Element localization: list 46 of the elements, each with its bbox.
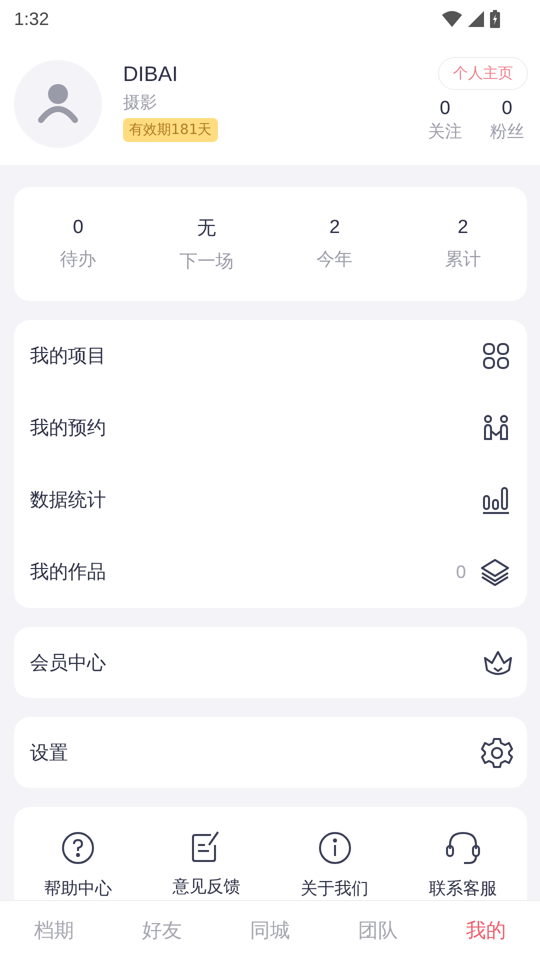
validity-badge: 有效期181天 — [123, 118, 218, 142]
summary-label[interactable]: 今年 — [316, 247, 353, 271]
service-item[interactable]: 意见反馈 — [172, 875, 240, 898]
summary-value: 2 — [458, 217, 468, 239]
edit-note-icon — [191, 831, 222, 863]
summary-label[interactable]: 累计 — [444, 247, 481, 271]
stat-value: 0 — [502, 98, 512, 120]
summary-value: 0 — [72, 217, 84, 239]
menu-item[interactable]: 我的作品 — [30, 559, 106, 585]
status-time: 1:32 — [14, 8, 50, 30]
tab[interactable]: 档期 — [0, 909, 108, 952]
help-icon — [61, 831, 96, 865]
battery-icon — [490, 10, 500, 28]
user-name: DIBAI — [123, 62, 178, 88]
wifi-icon — [442, 11, 462, 27]
people-icon — [482, 414, 510, 442]
tab[interactable]: 好友 — [108, 909, 216, 952]
service-item[interactable]: 联系客服 — [428, 877, 497, 900]
menu-item[interactable]: 我的预约 — [30, 415, 106, 441]
menu-item[interactable]: 数据统计 — [30, 487, 106, 513]
user-role: 摄影 — [123, 92, 157, 114]
summary-label[interactable]: 下一场 — [179, 249, 234, 273]
grid-icon — [482, 342, 510, 370]
stat-label[interactable]: 关注 — [428, 120, 462, 143]
layers-icon — [480, 558, 510, 586]
summary-value: 2 — [329, 217, 340, 239]
stat-value: 0 — [440, 98, 450, 120]
summary-label[interactable]: 待办 — [60, 247, 96, 271]
settings-icon — [481, 736, 513, 768]
headset-icon — [444, 831, 481, 865]
menu-item[interactable]: 我的项目 — [30, 343, 106, 369]
settings-item[interactable]: 设置 — [30, 740, 68, 766]
summary-value: 无 — [196, 217, 216, 241]
member-center-item[interactable]: 会员中心 — [30, 650, 106, 676]
crown-icon — [483, 650, 513, 676]
tab[interactable]: 我的 — [432, 909, 540, 952]
bar-chart-icon — [482, 486, 510, 514]
signal-icon — [468, 11, 484, 27]
service-item[interactable]: 帮助中心 — [44, 877, 112, 900]
stat-label[interactable]: 粉丝 — [490, 120, 524, 143]
tab[interactable]: 团队 — [324, 909, 432, 952]
works-count: 0 — [456, 562, 466, 582]
info-icon — [318, 831, 352, 865]
service-item[interactable]: 关于我们 — [300, 877, 369, 900]
tab[interactable]: 同城 — [216, 909, 324, 952]
homepage-button[interactable]: 个人主页 — [438, 57, 528, 90]
